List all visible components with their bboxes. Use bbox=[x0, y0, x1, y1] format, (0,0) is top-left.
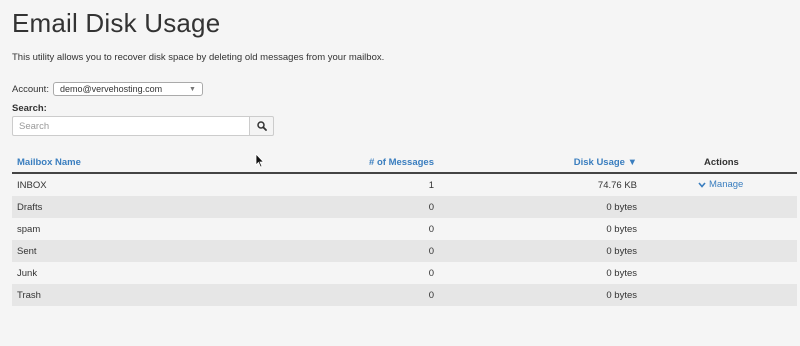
mailbox-name: Drafts bbox=[17, 202, 43, 213]
search-group bbox=[12, 116, 274, 136]
disk-usage: 0 bytes bbox=[606, 224, 637, 235]
table-row: Drafts 0 0 bytes bbox=[12, 196, 797, 218]
message-count: 0 bbox=[428, 202, 434, 213]
table-row: Junk 0 0 bytes bbox=[12, 262, 797, 284]
header-mailbox-name[interactable]: Mailbox Name bbox=[17, 157, 81, 168]
account-select[interactable]: demo@vervehosting.com ▼ bbox=[52, 82, 203, 96]
table-header: Mailbox Name # of Messages Disk Usage ▼ … bbox=[12, 152, 797, 174]
header-actions: Actions bbox=[704, 157, 739, 168]
table-row: spam 0 0 bytes bbox=[12, 218, 797, 240]
mailbox-name: Junk bbox=[17, 268, 38, 279]
caret-down-icon: ▼ bbox=[189, 85, 196, 93]
disk-usage: 0 bytes bbox=[606, 268, 637, 279]
page-description: This utility allows you to recover disk … bbox=[12, 52, 385, 63]
message-count: 1 bbox=[428, 180, 434, 191]
table-row: Sent 0 0 bytes bbox=[12, 240, 797, 262]
chevron-down-icon bbox=[698, 181, 706, 188]
manage-label: Manage bbox=[709, 179, 744, 190]
account-row: Account: demo@vervehosting.com ▼ bbox=[12, 82, 203, 96]
account-label: Account: bbox=[12, 83, 49, 95]
search-label: Search: bbox=[12, 103, 47, 114]
message-count: 0 bbox=[428, 224, 434, 235]
page-title: Email Disk Usage bbox=[12, 8, 221, 38]
mailbox-name: INBOX bbox=[17, 180, 47, 191]
header-message-count[interactable]: # of Messages bbox=[369, 157, 434, 168]
mailbox-name: spam bbox=[17, 224, 41, 235]
disk-usage: 0 bytes bbox=[606, 246, 637, 257]
header-disk-usage[interactable]: Disk Usage ▼ bbox=[574, 157, 637, 168]
manage-link[interactable]: Manage bbox=[698, 179, 743, 190]
message-count: 0 bbox=[428, 268, 434, 279]
mailbox-name: Sent bbox=[17, 246, 37, 257]
disk-usage: 0 bytes bbox=[606, 290, 637, 301]
magnifier-icon bbox=[256, 121, 267, 131]
mouse-cursor-icon bbox=[255, 153, 265, 168]
disk-usage: 0 bytes bbox=[606, 202, 637, 213]
table-row: Trash 0 0 bytes bbox=[12, 284, 797, 306]
message-count: 0 bbox=[428, 290, 434, 301]
table-row: INBOX 1 74.76 KB Manage bbox=[12, 174, 797, 196]
mailbox-table: Mailbox Name # of Messages Disk Usage ▼ … bbox=[12, 152, 797, 306]
disk-usage: 74.76 KB bbox=[597, 180, 637, 191]
mailbox-name: Trash bbox=[17, 290, 41, 301]
search-input[interactable] bbox=[12, 116, 250, 136]
search-button[interactable] bbox=[250, 116, 274, 136]
account-selected-value: demo@vervehosting.com bbox=[59, 84, 163, 94]
message-count: 0 bbox=[428, 246, 434, 257]
